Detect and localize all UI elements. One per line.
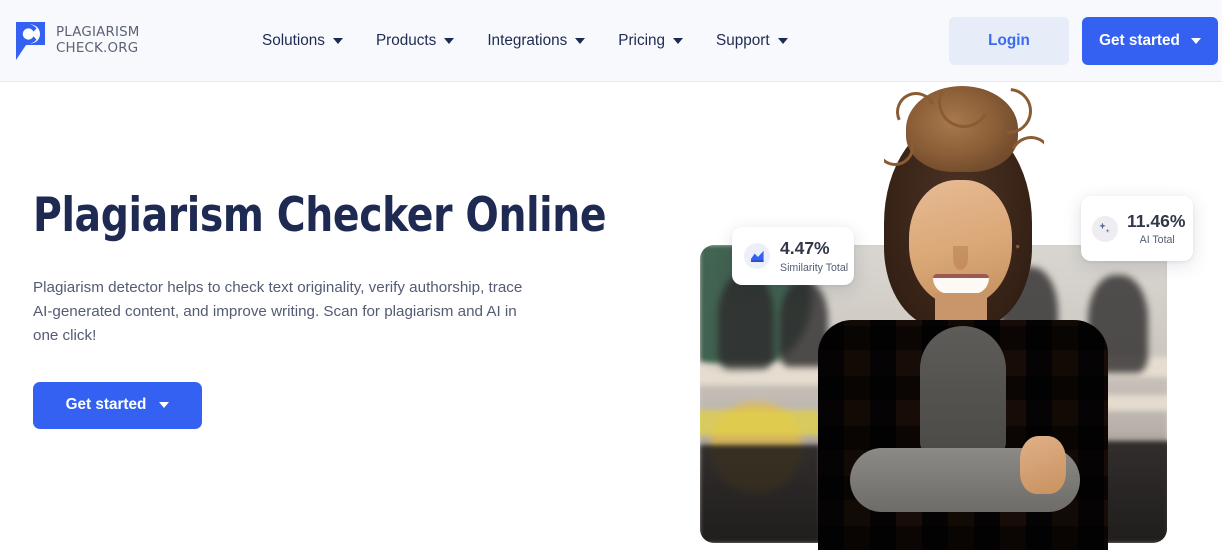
hero-image-frame — [700, 245, 1167, 543]
header-get-started-button[interactable]: Get started — [1082, 17, 1218, 65]
classroom-student — [718, 273, 774, 369]
eye-left — [922, 234, 939, 244]
hair-curl — [1004, 130, 1058, 184]
sparkle-icon — [1092, 215, 1118, 242]
face — [909, 180, 1012, 245]
ai-total-card: 11.46% AI Total — [1081, 196, 1193, 261]
hair-curl — [890, 88, 942, 138]
nav-item-pricing[interactable]: Pricing — [618, 32, 684, 50]
hero-get-started-button[interactable]: Get started — [33, 381, 202, 429]
classroom-chair — [1052, 441, 1167, 543]
logo-line-1: PLAGIARISM — [56, 24, 140, 40]
similarity-total-card: 4.47% Similarity Total — [732, 227, 854, 285]
hero-subtitle: Plagiarism detector helps to check text … — [33, 278, 523, 344]
chevron-down-icon — [444, 38, 455, 44]
eye-right — [972, 234, 989, 244]
hair-curl — [976, 88, 1042, 144]
classroom-desk — [1045, 395, 1167, 411]
chevron-down-icon — [673, 38, 684, 44]
ai-total-value: 11.46% — [1127, 210, 1186, 231]
page-title: Plagiarism Checker Online — [33, 188, 607, 243]
eyebrow-right — [968, 222, 994, 227]
nav-item-support[interactable]: Support — [716, 32, 788, 50]
hero-image-background — [700, 245, 1167, 543]
chart-icon — [744, 243, 770, 269]
site-header: PLAGIARISM CHECK.ORG Solutions Products … — [0, 0, 1222, 82]
classroom-student — [1000, 267, 1058, 367]
classroom-student — [1088, 275, 1148, 373]
chevron-down-icon — [575, 38, 586, 44]
similarity-total-text: 4.47% Similarity Total — [780, 238, 848, 273]
nav-label: Products — [375, 32, 437, 49]
head-cutout-content — [884, 88, 1044, 245]
hair-curl — [932, 88, 996, 134]
hair-curl — [890, 86, 942, 138]
nav-label: Integrations — [487, 32, 568, 49]
main-navigation: Solutions Products Integrations Pricing … — [262, 0, 788, 82]
nav-item-integrations[interactable]: Integrations — [487, 32, 586, 50]
hair-bun — [906, 86, 1018, 172]
logo-icon — [14, 20, 47, 61]
classroom-chair — [700, 445, 820, 543]
nav-item-products[interactable]: Products — [375, 32, 455, 50]
logo-text: PLAGIARISM CHECK.ORG — [56, 25, 140, 57]
chevron-down-icon — [1190, 38, 1201, 44]
hair-curl — [884, 122, 920, 172]
classroom-student — [780, 281, 828, 367]
hair-curl — [870, 122, 920, 172]
header-actions: Login Get started — [949, 17, 1218, 65]
nav-item-solutions[interactable]: Solutions — [262, 32, 343, 50]
hair-curl — [1004, 130, 1044, 184]
head-cutout — [884, 88, 1044, 245]
logo[interactable]: PLAGIARISM CHECK.ORG — [14, 20, 140, 61]
ai-total-label: AI Total — [1139, 234, 1175, 247]
nav-label: Support — [716, 32, 770, 49]
hair-bun — [906, 88, 1018, 172]
landing-page: PLAGIARISM CHECK.ORG Solutions Products … — [0, 0, 1222, 558]
hair-curl — [976, 78, 1042, 144]
similarity-total-label: Similarity Total — [780, 261, 849, 274]
hero-get-started-label: Get started — [65, 396, 147, 414]
ai-total-text: 11.46% AI Total — [1127, 211, 1185, 246]
chevron-down-icon — [332, 38, 343, 44]
classroom-desk — [700, 410, 836, 436]
eyebrow-left — [918, 222, 944, 227]
nav-label: Solutions — [262, 32, 325, 49]
logo-line-2: CHECK.ORG — [56, 40, 139, 56]
nav-label: Pricing — [618, 32, 666, 49]
hero-content: Plagiarism Checker Online Plagiarism det… — [33, 188, 653, 429]
chevron-down-icon — [777, 38, 788, 44]
header-get-started-label: Get started — [1099, 32, 1180, 49]
login-button[interactable]: Login — [949, 17, 1069, 65]
hair — [884, 118, 1032, 245]
similarity-total-value: 4.47% — [780, 238, 830, 259]
chevron-down-icon — [159, 402, 170, 409]
